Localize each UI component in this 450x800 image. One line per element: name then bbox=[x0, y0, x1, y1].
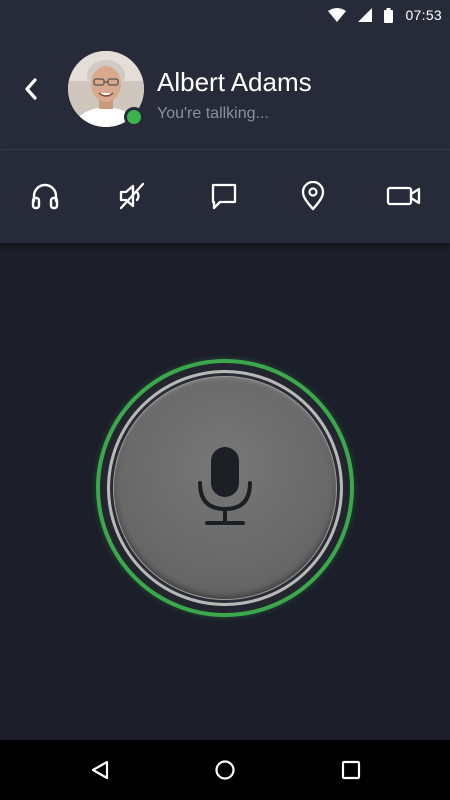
nav-recents-button[interactable] bbox=[335, 754, 367, 786]
signal-icon bbox=[358, 8, 373, 22]
call-actions-toolbar bbox=[0, 150, 450, 243]
mute-speaker-button[interactable] bbox=[114, 178, 150, 214]
audio-output-button[interactable] bbox=[27, 178, 63, 214]
back-button[interactable] bbox=[14, 72, 48, 106]
contact-status: You're tallking... bbox=[157, 105, 269, 122]
system-nav-bar bbox=[0, 740, 450, 800]
video-camera-icon bbox=[386, 186, 421, 206]
online-status-indicator bbox=[124, 107, 144, 127]
chat-button[interactable] bbox=[206, 178, 242, 214]
nav-home-button[interactable] bbox=[209, 754, 241, 786]
contact-name: Albert Adams bbox=[157, 67, 312, 97]
speaker-muted-icon bbox=[119, 182, 145, 210]
video-call-button[interactable] bbox=[386, 178, 422, 214]
chat-bubble-icon bbox=[211, 183, 237, 210]
contact-header: Albert Adams You're tallking... bbox=[0, 30, 450, 149]
status-time: 07:53 bbox=[405, 7, 442, 23]
share-location-button[interactable] bbox=[295, 178, 331, 214]
location-pin-icon bbox=[301, 181, 325, 211]
microphone-icon bbox=[198, 447, 252, 525]
wifi-icon bbox=[328, 8, 347, 22]
ptt-call-screen: 07:53 Albert Adams You're tallking... bbox=[0, 0, 450, 800]
battery-icon bbox=[384, 7, 394, 23]
nav-recents-icon bbox=[341, 760, 361, 780]
nav-home-icon bbox=[215, 760, 235, 780]
back-arrow-icon bbox=[25, 78, 37, 100]
nav-back-icon bbox=[91, 760, 109, 780]
push-to-talk-ring bbox=[107, 370, 343, 606]
push-to-talk-active-ring bbox=[96, 359, 354, 617]
nav-back-button[interactable] bbox=[84, 754, 116, 786]
push-to-talk-button[interactable] bbox=[114, 377, 336, 599]
contact-avatar-wrap[interactable] bbox=[68, 51, 144, 127]
status-bar: 07:53 bbox=[0, 0, 450, 30]
headphones-icon bbox=[31, 183, 59, 210]
